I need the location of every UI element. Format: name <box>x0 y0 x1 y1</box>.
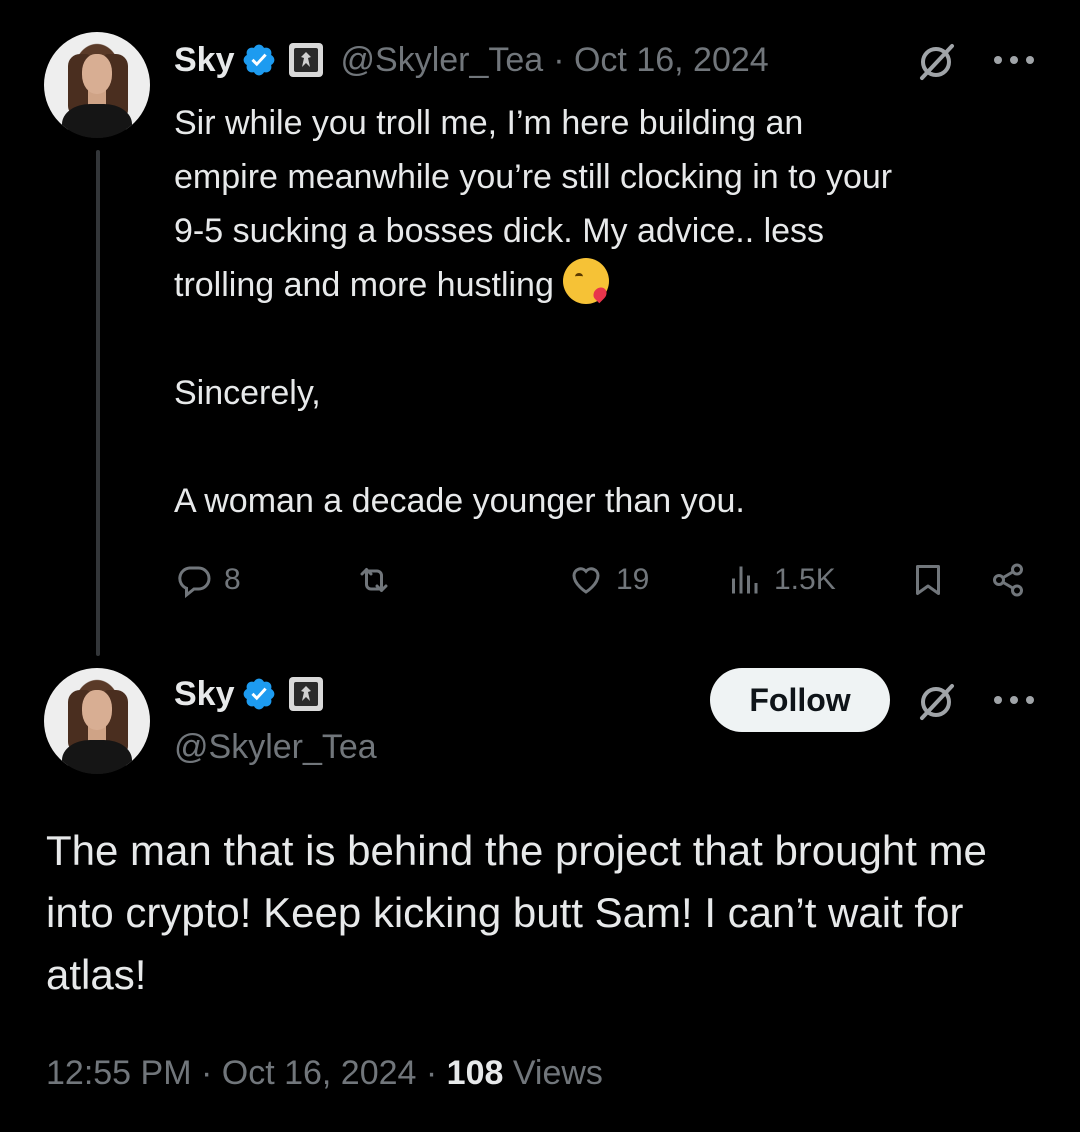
display-name[interactable]: Sky <box>174 675 235 714</box>
reply-icon <box>178 566 211 598</box>
like-count: 19 <box>616 563 650 596</box>
avatar[interactable] <box>44 668 150 774</box>
avatar[interactable] <box>44 32 150 138</box>
reply-button[interactable]: 8 <box>176 562 241 598</box>
views-button[interactable]: 1.5K <box>726 562 836 598</box>
reply-text-signoff: Sincerely, A woman a decade younger than… <box>174 374 745 520</box>
reply-text-body: Sir while you troll me, I’m here buildin… <box>174 104 893 304</box>
reply-count: 8 <box>224 563 241 596</box>
bookmark-button[interactable] <box>910 562 946 598</box>
display-name[interactable]: Sky <box>174 41 235 80</box>
timestamp-text[interactable]: 12:55 PM · Oct 16, 2024 · <box>46 1054 447 1092</box>
affiliate-badge-icon[interactable] <box>288 43 323 77</box>
heart-icon <box>572 567 600 594</box>
more-options-icon[interactable] <box>994 696 1034 706</box>
affiliate-badge-icon[interactable] <box>288 677 323 711</box>
follow-button[interactable]: Follow <box>710 668 890 732</box>
bookmark-icon <box>916 565 940 595</box>
reply-tweet-text: Sir while you troll me, I’m here buildin… <box>174 96 1054 528</box>
share-button[interactable] <box>990 562 1026 598</box>
more-options-icon[interactable] <box>994 56 1034 66</box>
views-count: 108 <box>446 1054 504 1092</box>
grok-icon[interactable] <box>914 40 958 84</box>
handle[interactable]: @Skyler_Tea <box>174 728 377 767</box>
verified-badge-icon[interactable] <box>241 676 277 712</box>
main-header: Sky <box>174 670 323 718</box>
verified-badge-icon[interactable] <box>241 42 277 78</box>
repost-button[interactable] <box>356 562 404 598</box>
views-icon <box>732 566 758 594</box>
share-icon <box>993 563 1023 597</box>
tweet-timestamp: 12:55 PM · Oct 16, 2024 · 108 Views <box>46 1054 603 1093</box>
grok-icon[interactable] <box>914 680 958 724</box>
views-count: 1.5K <box>774 563 836 596</box>
reply-header: Sky @Skyler_Tea · Oct 16, 2024 <box>174 36 769 84</box>
main-handle-row: @Skyler_Tea <box>174 724 377 770</box>
thread-line <box>96 150 100 656</box>
views-label: Views <box>503 1054 603 1092</box>
handle[interactable]: @Skyler_Tea <box>341 41 544 80</box>
kiss-emoji-icon <box>563 258 610 304</box>
repost-icon <box>360 568 388 592</box>
main-tweet-text: The man that is behind the project that … <box>46 827 987 998</box>
like-button[interactable]: 19 <box>568 562 649 598</box>
tweet-date[interactable]: · Oct 16, 2024 <box>553 41 768 80</box>
